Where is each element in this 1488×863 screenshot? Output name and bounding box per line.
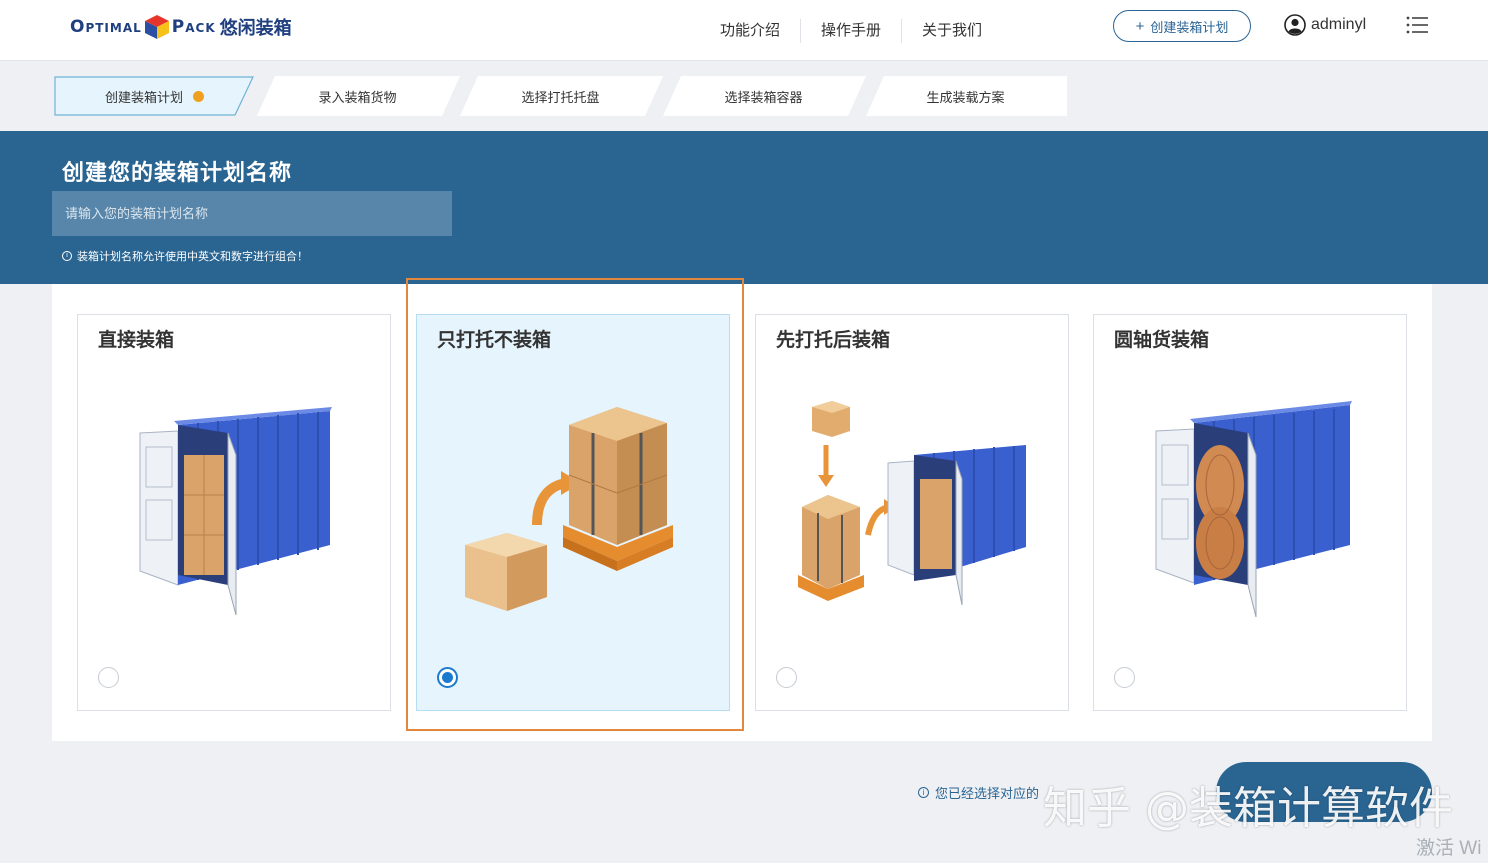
create-plan-button[interactable]: + 创建装箱计划: [1113, 10, 1251, 42]
user-avatar-icon: [1284, 14, 1306, 36]
step-select-container[interactable]: 选择装箱容器: [661, 76, 866, 116]
step-label: 选择打托托盘: [521, 89, 600, 105]
mode-card-direct-packing[interactable]: 直接装箱: [77, 314, 391, 711]
footer-hint-text: 您已经选择对应的: [935, 786, 1040, 801]
activate-windows-text: 激活 Wi: [1416, 838, 1482, 859]
mode-radio[interactable]: [98, 667, 119, 688]
top-header: Optimal Pack 悠闲装箱 功能介绍 操作手册 关于我们 + 创建装箱计…: [0, 0, 1488, 61]
card-title: 先打托后装箱: [776, 330, 891, 351]
hamburger-menu-icon[interactable]: [1406, 16, 1428, 34]
step-label: 创建装箱计划: [104, 89, 183, 105]
nav-manual[interactable]: 操作手册: [801, 18, 903, 43]
step-generate-plan[interactable]: 生成装载方案: [864, 76, 1067, 116]
info-icon: i: [62, 251, 72, 261]
step-label: 选择装箱容器: [724, 89, 803, 105]
card-title: 只打托不装箱: [437, 330, 552, 351]
plan-name-banner: 创建您的装箱计划名称 i 装箱计划名称允许使用中英文和数字进行组合！: [0, 131, 1488, 284]
current-step-dot: [193, 90, 204, 102]
mode-card-roll-cargo[interactable]: 圆轴货装箱: [1093, 314, 1407, 711]
step-enter-cargo[interactable]: 录入装箱货物: [255, 76, 460, 116]
logo-word-pack: Pack: [171, 17, 216, 37]
logo-cube-icon: [144, 15, 169, 39]
container-with-rolls-icon: [1155, 401, 1352, 618]
mode-card-pallet-then-pack[interactable]: 先打托后装箱: [755, 314, 1069, 711]
plan-name-hint: i 装箱计划名称允许使用中英文和数字进行组合！: [62, 248, 308, 264]
step-label: 录入装箱货物: [318, 89, 397, 105]
user-menu[interactable]: adminyl: [1284, 14, 1366, 36]
mode-card-pallet-only[interactable]: 只打托不装箱: [416, 314, 730, 711]
logo-chinese-name: 悠闲装箱: [219, 18, 292, 38]
hint-text: 装箱计划名称允许使用中英文和数字进行组合！: [77, 251, 308, 263]
watermark-text: 知乎 @装箱计算软件: [1043, 783, 1453, 834]
main-nav: 功能介绍 操作手册 关于我们: [700, 0, 1002, 61]
nav-about[interactable]: 关于我们: [902, 19, 1002, 43]
logo-word-optimal: Optimal: [70, 17, 142, 37]
plus-icon: +: [1135, 17, 1145, 35]
nav-features[interactable]: 功能介绍: [700, 18, 802, 43]
card-title: 圆轴货装箱: [1114, 330, 1210, 351]
info-icon: i: [918, 787, 929, 798]
mode-radio[interactable]: [1114, 667, 1135, 688]
create-plan-label: 创建装箱计划: [1150, 19, 1229, 35]
pallet-into-container-icon: [798, 401, 1026, 606]
banner-title: 创建您的装箱计划名称: [62, 160, 293, 185]
footer-hint: i 您已经选择对应的: [918, 783, 1039, 802]
username: adminyl: [1311, 16, 1367, 33]
logo[interactable]: Optimal Pack 悠闲装箱: [70, 12, 292, 42]
card-title: 直接装箱: [98, 330, 175, 351]
plan-name-input[interactable]: [52, 191, 452, 236]
step-create-plan[interactable]: 创建装箱计划: [52, 76, 257, 116]
step-select-pallet[interactable]: 选择打托托盘: [458, 76, 663, 116]
palletized-boxes-icon: [465, 407, 673, 611]
mode-radio[interactable]: [776, 667, 797, 688]
step-label: 生成装载方案: [926, 89, 1005, 105]
mode-radio[interactable]: [437, 667, 458, 688]
container-with-boxes-icon: [139, 407, 332, 616]
